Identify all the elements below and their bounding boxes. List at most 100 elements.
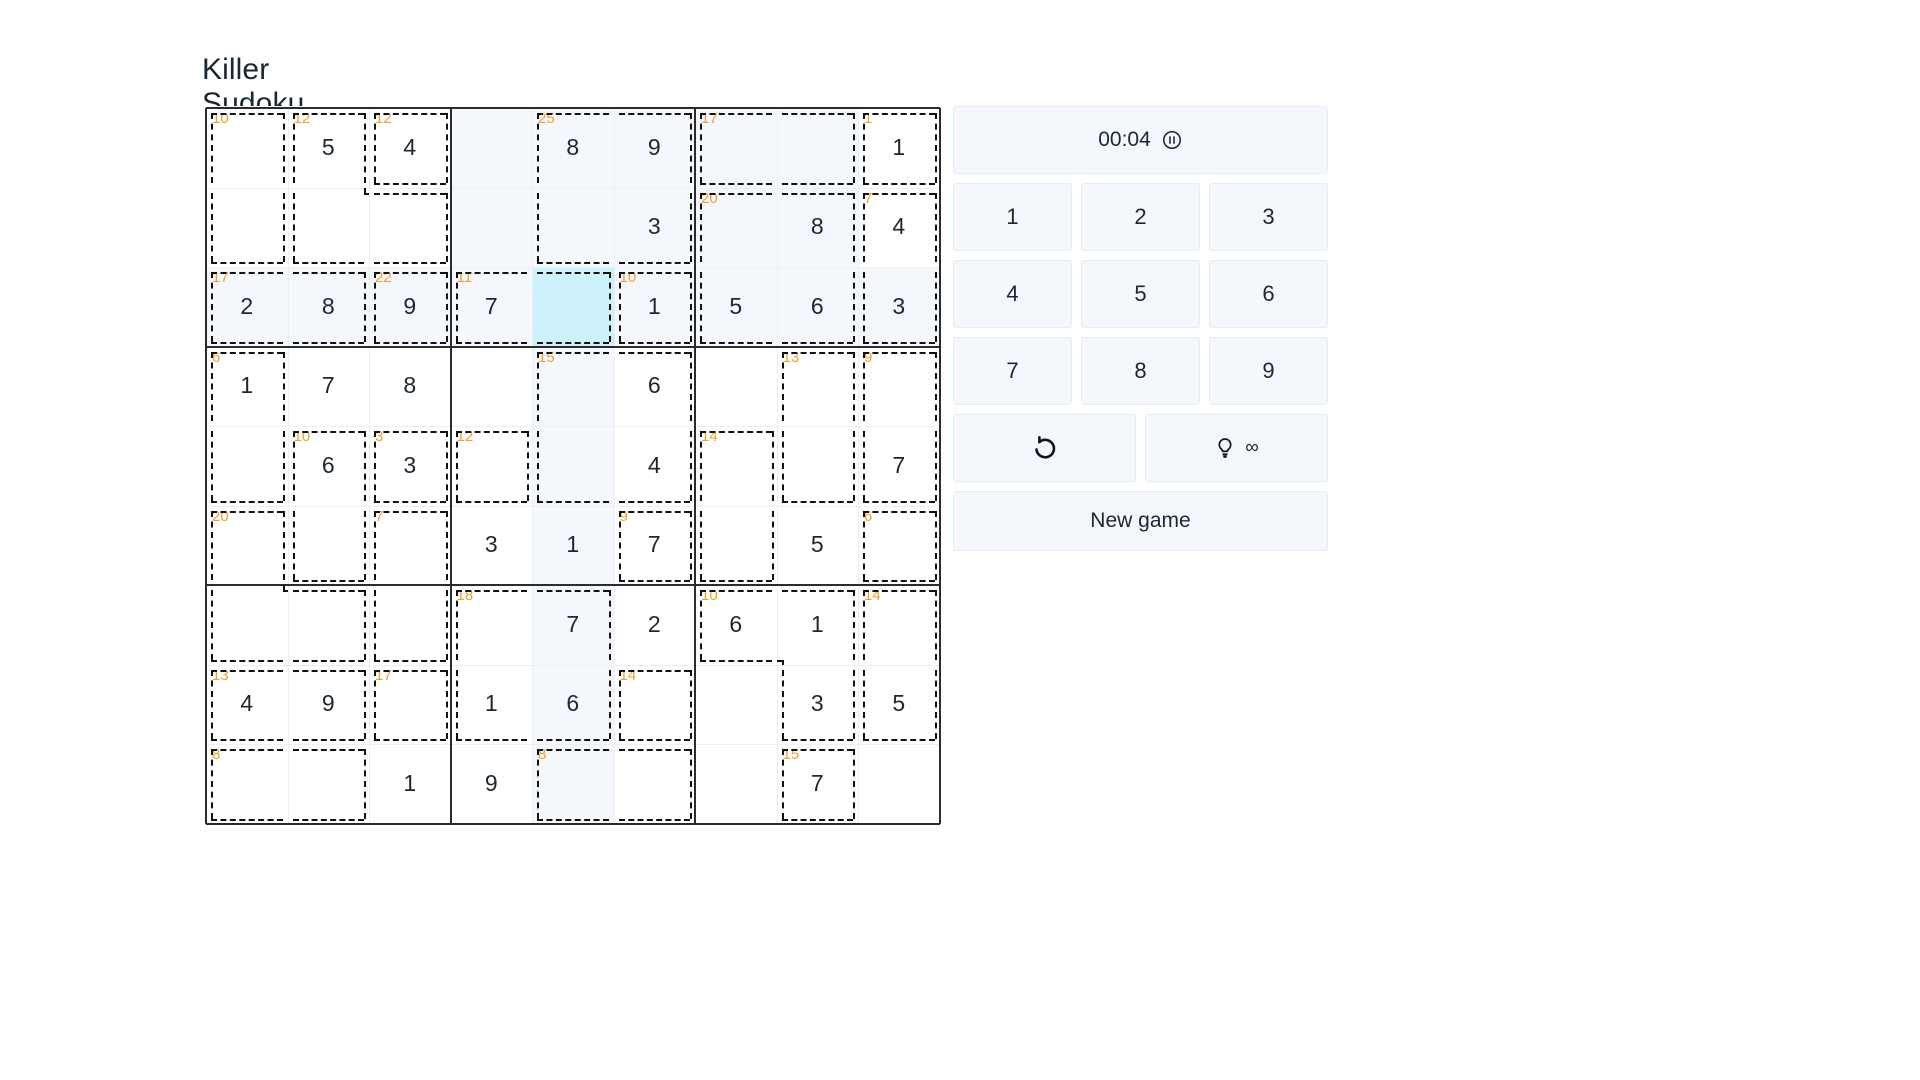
cell-r7c1[interactable] <box>206 585 288 665</box>
cell-r6c6[interactable]: 97 <box>614 506 696 586</box>
cell-r4c1[interactable]: 61 <box>206 347 288 427</box>
cell-r4c7[interactable] <box>695 347 777 427</box>
numpad-key-3[interactable]: 3 <box>1209 183 1328 251</box>
cell-r2c8[interactable]: 8 <box>777 188 859 268</box>
cell-r7c7[interactable]: 106 <box>695 585 777 665</box>
cell-r6c1[interactable]: 20 <box>206 506 288 586</box>
cell-r8c2[interactable]: 9 <box>288 665 370 745</box>
cell-r1c8[interactable] <box>777 108 859 188</box>
cell-r2c4[interactable] <box>451 188 533 268</box>
pause-circle-icon[interactable] <box>1161 129 1183 151</box>
cell-r5c6[interactable]: 4 <box>614 426 696 506</box>
cell-r6c3[interactable]: 7 <box>369 506 451 586</box>
cell-r5c9[interactable]: 7 <box>858 426 940 506</box>
numpad-key-9[interactable]: 9 <box>1209 337 1328 405</box>
cell-r3c4[interactable]: 117 <box>451 267 533 347</box>
timer-bar[interactable]: 00:04 <box>953 106 1328 174</box>
cell-r7c2[interactable] <box>288 585 370 665</box>
cell-r6c2[interactable] <box>288 506 370 586</box>
cell-r6c9[interactable]: 6 <box>858 506 940 586</box>
numpad-key-2[interactable]: 2 <box>1081 183 1200 251</box>
cell-r3c7[interactable]: 5 <box>695 267 777 347</box>
cell-r9c3[interactable]: 1 <box>369 744 451 824</box>
cell-r8c1[interactable]: 134 <box>206 665 288 745</box>
numpad-key-4[interactable]: 4 <box>953 260 1072 328</box>
sudoku-board-container[interactable]: 1012512425891711320874172822911710156361… <box>202 106 938 824</box>
cell-r2c7[interactable]: 20 <box>695 188 777 268</box>
cell-r1c3[interactable]: 124 <box>369 108 451 188</box>
numpad-key-6[interactable]: 6 <box>1209 260 1328 328</box>
cell-r3c8[interactable]: 6 <box>777 267 859 347</box>
cell-r2c3[interactable] <box>369 188 451 268</box>
cell-r5c7[interactable]: 14 <box>695 426 777 506</box>
cell-r5c2[interactable]: 106 <box>288 426 370 506</box>
numpad-key-8[interactable]: 8 <box>1081 337 1200 405</box>
cell-r8c8[interactable]: 3 <box>777 665 859 745</box>
cell-r8c6[interactable]: 14 <box>614 665 696 745</box>
cell-r4c2[interactable]: 7 <box>288 347 370 427</box>
cell-r1c9[interactable]: 11 <box>858 108 940 188</box>
cell-r8c3[interactable]: 17 <box>369 665 451 745</box>
sudoku-board[interactable]: 1012512425891711320874172822911710156361… <box>202 106 938 824</box>
cell-r7c6[interactable]: 2 <box>614 585 696 665</box>
cell-r9c6[interactable] <box>614 744 696 824</box>
cell-r9c7[interactable] <box>695 744 777 824</box>
cell-r7c4[interactable]: 18 <box>451 585 533 665</box>
cell-r8c7[interactable] <box>695 665 777 745</box>
cell-r5c8[interactable] <box>777 426 859 506</box>
cell-r6c8[interactable]: 5 <box>777 506 859 586</box>
numpad-key-7[interactable]: 7 <box>953 337 1072 405</box>
cell-r6c7[interactable] <box>695 506 777 586</box>
cage-border <box>619 272 621 342</box>
cell-r7c5[interactable]: 7 <box>532 585 614 665</box>
hint-button[interactable]: ∞ <box>1145 414 1328 482</box>
cell-r9c5[interactable]: 8 <box>532 744 614 824</box>
cell-r1c5[interactable]: 258 <box>532 108 614 188</box>
cell-r6c4[interactable]: 3 <box>451 506 533 586</box>
cell-r7c9[interactable]: 14 <box>858 585 940 665</box>
cell-r9c1[interactable]: 8 <box>206 744 288 824</box>
cell-r2c6[interactable]: 3 <box>614 188 696 268</box>
cell-r4c4[interactable] <box>451 347 533 427</box>
new-game-button[interactable]: New game <box>953 491 1328 551</box>
cell-r9c2[interactable] <box>288 744 370 824</box>
cell-r4c5[interactable]: 15 <box>532 347 614 427</box>
cell-r2c1[interactable] <box>206 188 288 268</box>
cell-r5c4[interactable]: 12 <box>451 426 533 506</box>
cell-r8c4[interactable]: 1 <box>451 665 533 745</box>
cell-r1c4[interactable] <box>451 108 533 188</box>
cell-r9c9[interactable] <box>858 744 940 824</box>
cell-r1c6[interactable]: 9 <box>614 108 696 188</box>
cell-r2c5[interactable] <box>532 188 614 268</box>
undo-button[interactable] <box>953 414 1136 482</box>
cell-r5c1[interactable] <box>206 426 288 506</box>
cell-r4c3[interactable]: 8 <box>369 347 451 427</box>
cell-r2c9[interactable]: 74 <box>858 188 940 268</box>
cell-r4c9[interactable]: 9 <box>858 347 940 427</box>
cell-r3c6[interactable]: 101 <box>614 267 696 347</box>
numpad-key-1[interactable]: 1 <box>953 183 1072 251</box>
cell-r9c8[interactable]: 157 <box>777 744 859 824</box>
cell-r6c5[interactable]: 1 <box>532 506 614 586</box>
cage-border <box>293 580 365 582</box>
cell-r3c5[interactable] <box>532 267 614 347</box>
cell-r9c4[interactable]: 9 <box>451 744 533 824</box>
cell-r4c8[interactable]: 13 <box>777 347 859 427</box>
cell-r8c9[interactable]: 5 <box>858 665 940 745</box>
cell-r3c2[interactable]: 8 <box>288 267 370 347</box>
cell-r5c3[interactable]: 33 <box>369 426 451 506</box>
cell-r2c2[interactable] <box>288 188 370 268</box>
cell-r5c5[interactable] <box>532 426 614 506</box>
cell-r4c6[interactable]: 6 <box>614 347 696 427</box>
cell-r3c3[interactable]: 229 <box>369 267 451 347</box>
cell-r8c5[interactable]: 6 <box>532 665 614 745</box>
cell-r3c9[interactable]: 3 <box>858 267 940 347</box>
cell-r3c1[interactable]: 172 <box>206 267 288 347</box>
cell-r1c7[interactable]: 17 <box>695 108 777 188</box>
cell-r1c1[interactable]: 10 <box>206 108 288 188</box>
cell-r7c3[interactable] <box>369 585 451 665</box>
cell-r1c2[interactable]: 125 <box>288 108 370 188</box>
numpad-key-5[interactable]: 5 <box>1081 260 1200 328</box>
cage-border <box>700 342 772 344</box>
cell-r7c8[interactable]: 1 <box>777 585 859 665</box>
